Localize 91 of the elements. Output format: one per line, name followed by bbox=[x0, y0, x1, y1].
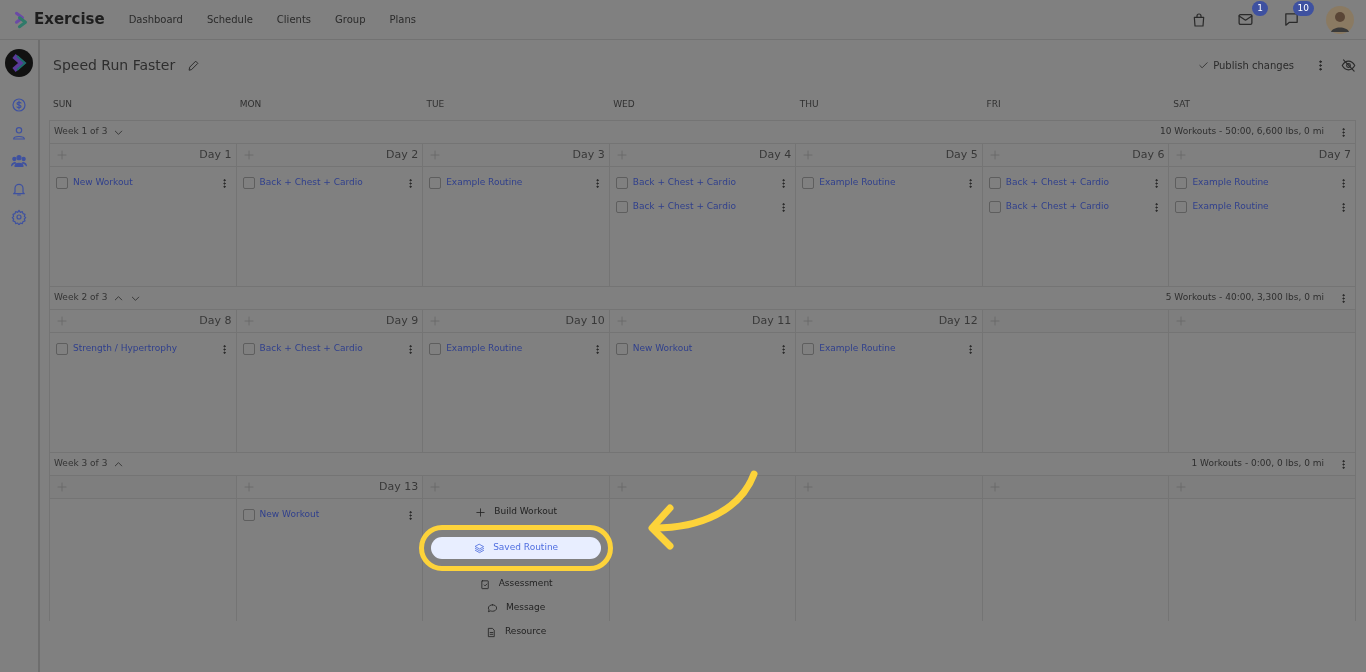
week-summary: 10 Workouts - 50:00, 6,600 lbs, 0 mi bbox=[1160, 125, 1324, 139]
day-label: Day 9 bbox=[385, 312, 419, 329]
workout-link[interactable]: Back + Chest + Cardio bbox=[259, 176, 363, 190]
week-label: Week 3 of 3 bbox=[54, 457, 108, 471]
checkbox[interactable] bbox=[56, 343, 68, 355]
workout-link[interactable]: Example Routine bbox=[819, 342, 896, 356]
checkbox[interactable] bbox=[242, 177, 255, 189]
nav-link[interactable]: Plans bbox=[389, 12, 416, 27]
workout-link[interactable]: Example Routine bbox=[1192, 200, 1269, 214]
dollar-icon[interactable] bbox=[11, 97, 27, 113]
workout-link[interactable]: Back + Chest + Cardio bbox=[632, 200, 736, 214]
logo-icon bbox=[12, 10, 30, 29]
week-label: Week 2 of 3 bbox=[54, 291, 108, 305]
day-label: Day 10 bbox=[565, 312, 605, 329]
checkbox[interactable] bbox=[802, 343, 815, 355]
workout-link[interactable]: Back + Chest + Cardio bbox=[1005, 176, 1110, 190]
weekday-label: WED bbox=[612, 98, 636, 112]
checkbox[interactable] bbox=[988, 201, 1001, 213]
menu-item[interactable]: Build Workout bbox=[431, 501, 602, 523]
checkbox[interactable] bbox=[429, 177, 442, 189]
week-label: Week 1 of 3 bbox=[54, 125, 108, 139]
checkbox[interactable] bbox=[56, 177, 68, 189]
nav-link[interactable]: Group bbox=[335, 12, 366, 27]
settings-icon[interactable] bbox=[11, 209, 27, 225]
people-icon[interactable] bbox=[11, 153, 27, 169]
checkbox[interactable] bbox=[242, 343, 255, 355]
day-label: Day 13 bbox=[378, 478, 419, 495]
day-label: Day 4 bbox=[759, 146, 792, 163]
workout-link[interactable]: New Workout bbox=[632, 342, 693, 356]
plus-icon bbox=[475, 506, 487, 518]
day-label: Day 8 bbox=[199, 312, 232, 329]
day-label: Day 11 bbox=[752, 312, 792, 329]
workout-link[interactable]: New Workout bbox=[259, 508, 320, 522]
menu-item[interactable]: Resource bbox=[431, 621, 602, 643]
day-label: Day 12 bbox=[938, 312, 978, 329]
day-label: Day 7 bbox=[1318, 146, 1351, 163]
person-icon[interactable] bbox=[11, 125, 27, 141]
clipboard-icon bbox=[479, 578, 491, 590]
weekday-label: SUN bbox=[52, 98, 74, 112]
notification-badge: 10 bbox=[1292, 0, 1314, 16]
app-name: Exercise bbox=[34, 9, 105, 31]
program-title: Speed Run Faster bbox=[53, 55, 176, 75]
workout-link[interactable]: Back + Chest + Cardio bbox=[259, 342, 363, 356]
checkbox[interactable] bbox=[1175, 177, 1188, 189]
nav-link[interactable]: Schedule bbox=[206, 12, 253, 27]
app-logo[interactable] bbox=[5, 49, 33, 77]
menu-item[interactable]: Message bbox=[431, 597, 602, 619]
publish-button[interactable]: Publish changes bbox=[1190, 53, 1302, 77]
day-label: Day 3 bbox=[572, 146, 605, 163]
week-summary: 5 Workouts - 40:00, 3,300 lbs, 0 mi bbox=[1165, 291, 1324, 305]
workout-link[interactable]: Example Routine bbox=[446, 176, 523, 190]
nav-link[interactable]: Clients bbox=[276, 12, 312, 27]
nav-link[interactable]: Dashboard bbox=[128, 12, 183, 27]
day-label: Day 1 bbox=[199, 146, 232, 163]
checkbox[interactable] bbox=[988, 177, 1001, 189]
eye-off-icon[interactable] bbox=[1341, 57, 1356, 73]
bell-icon[interactable] bbox=[11, 181, 27, 197]
day-label: Day 2 bbox=[385, 146, 419, 163]
check-icon bbox=[1198, 59, 1210, 71]
pencil-icon[interactable] bbox=[187, 58, 201, 72]
checkbox[interactable] bbox=[615, 343, 628, 355]
checkbox[interactable] bbox=[1175, 201, 1188, 213]
workout-link[interactable]: Example Routine bbox=[446, 342, 523, 356]
weekday-label: SAT bbox=[1172, 98, 1192, 112]
avatar[interactable] bbox=[1326, 5, 1354, 34]
workout-link[interactable]: Strength / Hypertrophy bbox=[73, 342, 177, 356]
weekday-label: THU bbox=[798, 98, 820, 112]
weekday-label: TUE bbox=[425, 98, 446, 112]
workout-link[interactable]: Example Routine bbox=[1192, 176, 1269, 190]
day-label: Day 5 bbox=[945, 146, 978, 163]
document-icon bbox=[486, 626, 497, 638]
shopping-bag-icon[interactable] bbox=[1191, 11, 1207, 28]
checkbox[interactable] bbox=[429, 343, 442, 355]
checkbox[interactable] bbox=[615, 201, 628, 213]
mail-icon[interactable] bbox=[1236, 11, 1254, 28]
workout-link[interactable]: Back + Chest + Cardio bbox=[632, 176, 736, 190]
day-label: Day 6 bbox=[1132, 146, 1165, 163]
weekday-label: FRI bbox=[985, 98, 1002, 112]
layers-icon bbox=[474, 542, 486, 554]
checkbox[interactable] bbox=[615, 177, 628, 189]
chat-icon bbox=[486, 602, 498, 614]
week-summary: 1 Workouts - 0:00, 0 lbs, 0 mi bbox=[1191, 457, 1324, 471]
checkbox[interactable] bbox=[802, 177, 815, 189]
checkbox[interactable] bbox=[242, 509, 255, 521]
workout-link[interactable]: Back + Chest + Cardio bbox=[1005, 200, 1110, 214]
workout-link[interactable]: New Workout bbox=[73, 176, 133, 190]
weekday-label: MON bbox=[238, 98, 263, 112]
menu-item[interactable]: Assessment bbox=[431, 573, 602, 595]
chat-icon[interactable] bbox=[1282, 11, 1300, 28]
notification-badge: 1 bbox=[1252, 0, 1268, 16]
workout-link[interactable]: Example Routine bbox=[819, 176, 896, 190]
